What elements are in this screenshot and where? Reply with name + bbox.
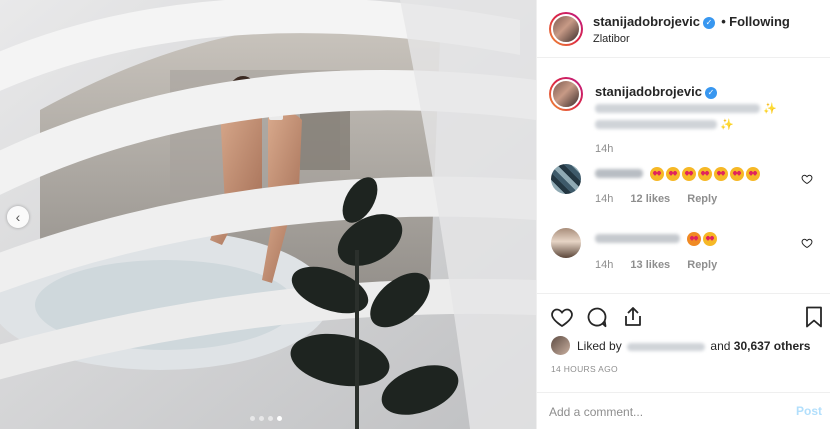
follow-separator: • xyxy=(721,14,726,29)
likes-count-link[interactable]: 30,637 others xyxy=(734,339,811,353)
verified-icon: ✓ xyxy=(704,87,717,99)
heart-eyes-emoji-icon xyxy=(666,166,681,181)
post-header: stanijadobrojevic ✓ • Following Zlatibor xyxy=(537,0,830,58)
carousel-dot-active xyxy=(277,416,282,421)
instagram-post: ‹ stanijadobrojevic ✓ • Following Zlatibo… xyxy=(0,0,830,429)
post-side-panel: stanijadobrojevic ✓ • Following Zlatibor … xyxy=(536,0,830,429)
heart-eyes-emoji-icon xyxy=(698,166,713,181)
heart-eyes-emoji-icon xyxy=(682,166,697,181)
heart-eyes-emoji-group xyxy=(650,166,762,181)
reply-button[interactable]: Reply xyxy=(687,259,717,271)
comment-time[interactable]: 14h xyxy=(595,259,613,271)
post-comment-button[interactable]: Post xyxy=(796,404,822,418)
heart-eyes-emoji-icon xyxy=(730,166,745,181)
blurred-mention xyxy=(595,120,717,130)
carousel-dot xyxy=(250,416,255,421)
commenter-avatar[interactable] xyxy=(551,228,581,258)
blurred-mention xyxy=(595,104,760,114)
author-username[interactable]: stanijadobrojevic xyxy=(593,14,700,29)
like-heart-icon[interactable] xyxy=(550,305,574,329)
comment-likes[interactable]: 12 likes xyxy=(630,193,670,205)
reply-button[interactable]: Reply xyxy=(687,193,717,205)
caption-author-username[interactable]: stanijadobrojevic xyxy=(595,84,702,99)
carousel-dots xyxy=(250,416,282,421)
caption-author-avatar[interactable] xyxy=(549,77,583,111)
emoji-group xyxy=(687,231,719,246)
mirror-selfie-image xyxy=(0,0,536,429)
chevron-left-icon: ‹ xyxy=(15,209,21,225)
author-avatar[interactable] xyxy=(549,12,583,46)
verified-icon: ✓ xyxy=(702,17,715,29)
liker-avatar[interactable] xyxy=(551,336,570,355)
comment-time[interactable]: 14h xyxy=(595,193,613,205)
comment-like-heart-icon[interactable] xyxy=(801,173,813,185)
sparkles-emoji-icon: ✨ xyxy=(720,119,735,131)
add-comment-input[interactable] xyxy=(549,402,779,422)
liked-by-and: and xyxy=(710,339,731,353)
fox-emoji-icon xyxy=(687,231,702,246)
comment-like-heart-icon[interactable] xyxy=(801,237,813,249)
carousel-prev-button[interactable]: ‹ xyxy=(7,206,29,228)
blurred-username[interactable] xyxy=(595,169,643,179)
sparkles-emoji-icon: ✨ xyxy=(763,103,778,115)
bookmark-icon[interactable] xyxy=(802,305,826,329)
following-button[interactable]: Following xyxy=(729,14,790,29)
comment-likes[interactable]: 13 likes xyxy=(630,259,670,271)
comment-bubble-icon[interactable] xyxy=(585,305,609,329)
heart-eyes-emoji-icon xyxy=(714,166,729,181)
post-actions: Liked by and 30,637 others 14 HOURS AGO xyxy=(537,293,830,383)
commenter-avatar[interactable] xyxy=(551,164,581,194)
share-upload-icon[interactable] xyxy=(621,305,645,329)
heart-eyes-emoji-icon xyxy=(650,166,665,181)
post-timestamp[interactable]: 14 HOURS AGO xyxy=(551,364,618,374)
carousel-dot xyxy=(268,416,273,421)
post-location[interactable]: Zlatibor xyxy=(593,33,630,45)
add-comment-section: Post xyxy=(537,392,830,429)
post-photo[interactable]: ‹ xyxy=(0,0,536,429)
blurred-username[interactable] xyxy=(595,234,680,244)
carousel-dot xyxy=(259,416,264,421)
blurred-liker-username[interactable] xyxy=(627,342,706,351)
liked-by-prefix: Liked by xyxy=(577,339,622,353)
heart-eyes-emoji-icon xyxy=(703,231,718,246)
heart-eyes-emoji-icon xyxy=(746,166,761,181)
caption-time[interactable]: 14h xyxy=(595,143,613,155)
liked-by-line: Liked by and 30,637 others xyxy=(577,339,810,353)
